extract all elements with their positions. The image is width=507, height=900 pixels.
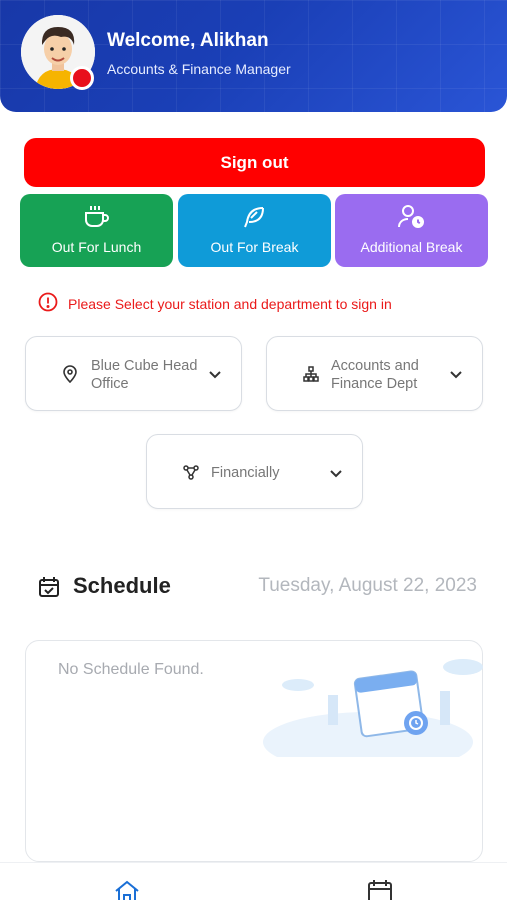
schedule-date: Tuesday, August 22, 2023 [258, 575, 477, 596]
schedule-title: Schedule [73, 573, 171, 598]
out-for-lunch-button[interactable]: Out For Lunch [20, 194, 173, 267]
welcome-text: Welcome, Alikhan [107, 30, 269, 51]
station-warning: Please Select your station and departmen… [38, 292, 392, 315]
user-role: Accounts & Finance Manager [107, 61, 291, 77]
category-select[interactable]: Financially [146, 434, 363, 509]
network-icon [183, 464, 199, 485]
category-value: Financially [211, 465, 280, 481]
user-clock-icon [397, 204, 427, 233]
home-icon[interactable] [113, 879, 141, 900]
sign-out-button[interactable]: Sign out [24, 138, 485, 187]
empty-schedule-text: No Schedule Found. [58, 661, 204, 678]
empty-calendar-illustration [258, 647, 483, 772]
out-for-lunch-label: Out For Lunch [51, 239, 142, 255]
chevron-down-icon [449, 367, 463, 385]
location-pin-icon [63, 365, 77, 388]
feather-icon [241, 204, 269, 233]
profile-header: Welcome, Alikhan Accounts & Finance Mana… [0, 0, 507, 112]
hierarchy-icon [303, 366, 319, 387]
department-value: Accounts and Finance Dept [331, 358, 419, 392]
coffee-icon [83, 204, 111, 233]
additional-break-label: Additional Break [360, 239, 463, 255]
chevron-down-icon [208, 367, 222, 385]
department-select[interactable]: Accounts and Finance Dept [266, 336, 483, 411]
chevron-down-icon [329, 466, 343, 484]
station-value: Blue Cube Head Office [91, 358, 198, 392]
station-select[interactable]: Blue Cube Head Office [25, 336, 242, 411]
calendar-check-icon [38, 576, 60, 603]
calendar-icon[interactable] [367, 879, 393, 900]
status-indicator [70, 66, 94, 90]
out-for-break-button[interactable]: Out For Break [178, 194, 331, 267]
bottom-navigation [0, 862, 507, 900]
info-icon [38, 292, 58, 315]
out-for-break-label: Out For Break [210, 239, 299, 255]
schedule-card: No Schedule Found. [25, 640, 483, 862]
warning-text: Please Select your station and departmen… [68, 295, 392, 312]
additional-break-button[interactable]: Additional Break [335, 194, 488, 267]
